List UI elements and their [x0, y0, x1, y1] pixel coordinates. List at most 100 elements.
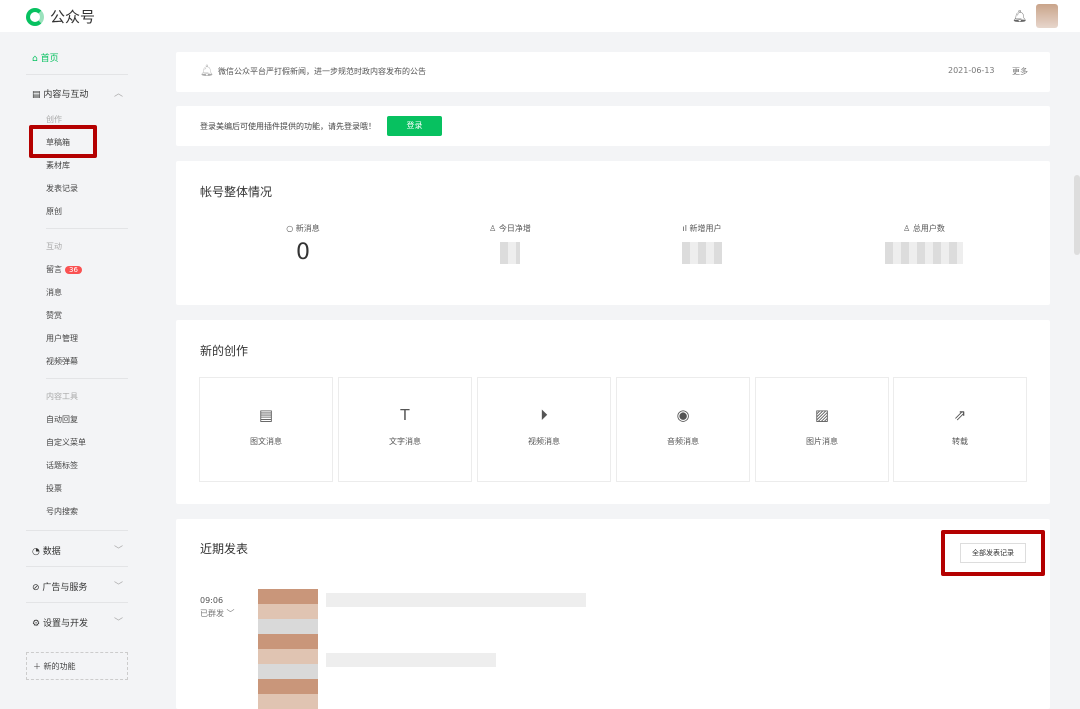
tile-label: 文字消息 — [389, 437, 421, 446]
more-link[interactable]: 更多 — [1012, 66, 1028, 77]
stat-label: 新消息 — [295, 224, 320, 233]
sidebar-item-search[interactable]: 号内搜索 — [46, 506, 78, 517]
tile-video[interactable]: ⏵ 视频消息 — [477, 377, 611, 482]
stat-total-users[interactable]: ♙ 总用户数 — [864, 223, 984, 264]
sidebar-item-publish-records[interactable]: 发表记录 — [46, 183, 78, 194]
group-create: 创作 — [46, 115, 62, 124]
bell-icon[interactable]: 🔔︎ — [1012, 9, 1027, 23]
sidebar-item-content[interactable]: ▤ 内容与互动 — [32, 87, 88, 100]
section-title: 帐号整体情况 — [200, 185, 273, 199]
sidebar-item-ads[interactable]: ⊘ 广告与服务 — [32, 580, 87, 593]
divider — [26, 530, 128, 531]
bell-icon: 🔔︎ — [200, 64, 214, 77]
sidebar-item-topic-tags[interactable]: 话题标签 — [46, 460, 78, 471]
divider — [26, 602, 128, 603]
tile-label: 音频消息 — [667, 437, 699, 446]
stat-new-users[interactable]: ıl 新增用户 — [642, 223, 762, 264]
content-label: 内容与互动 — [43, 90, 89, 100]
sidebar-item-auto-reply[interactable]: 自动回复 — [46, 414, 78, 425]
chevron-down-icon[interactable]: ﹀ — [114, 615, 123, 628]
stat-new-messages[interactable]: ○ 新消息 0 — [243, 223, 363, 265]
tile-repost[interactable]: ⇗ 转载 — [893, 377, 1027, 482]
home-label: 首页 — [40, 54, 59, 64]
stat-label: 总用户数 — [912, 224, 945, 233]
chevron-down-icon[interactable]: ﹀ — [114, 543, 123, 556]
chevron-down-icon[interactable]: ﹀ — [114, 579, 123, 592]
stat-value: 0 — [296, 240, 310, 265]
divider — [46, 228, 128, 229]
play-icon: ⏵ — [540, 406, 548, 424]
highlight-box — [941, 530, 1045, 576]
top-bar: 公众号 🔔︎ — [0, 0, 1080, 32]
data-label: 数据 — [42, 547, 61, 557]
stat-label: 新增用户 — [689, 224, 722, 233]
sidebar-item-vote[interactable]: 投票 — [46, 483, 62, 494]
tile-article[interactable]: ▤ 图文消息 — [199, 377, 333, 482]
image-icon: ▨ — [814, 406, 830, 424]
sidebar-item-original[interactable]: 原创 — [46, 206, 62, 217]
post-status[interactable]: 已群发 ﹀ — [200, 608, 235, 619]
stat-net-growth[interactable]: ♙ 今日净增 — [450, 223, 570, 264]
blurred-value — [885, 242, 963, 264]
comments-label: 留言 — [46, 265, 62, 274]
divider — [46, 378, 128, 379]
logo[interactable]: 公众号 — [26, 6, 95, 27]
recent-posts: 近期发表 全部发表记录 09:06 已群发 ﹀ — [176, 519, 1050, 709]
stat-label: 今日净增 — [498, 224, 531, 233]
text-icon: T — [400, 406, 410, 424]
login-tip: 登录美编后可使用插件提供的功能，请先登录哦！ — [200, 122, 376, 131]
highlight-box — [29, 125, 97, 158]
sidebar-item-rewards[interactable]: 赞赏 — [46, 310, 62, 321]
divider — [26, 74, 128, 75]
sidebar-item-home[interactable]: ⌂ 首页 — [32, 51, 59, 64]
group-tools: 内容工具 — [46, 392, 78, 401]
account-overview: 帐号整体情况 ○ 新消息 0 ♙ 今日净增 ıl 新增用户 ♙ 总用户数 — [176, 161, 1050, 305]
app-title: 公众号 — [50, 8, 96, 26]
blurred-title — [326, 593, 586, 607]
new-feature-button[interactable]: ＋ 新的功能 — [26, 652, 128, 680]
post-thumbnail[interactable] — [258, 589, 318, 709]
sidebar-item-data[interactable]: ◔ 数据 — [32, 544, 61, 557]
sidebar-item-danmaku[interactable]: 视频弹幕 — [46, 356, 78, 367]
tile-label: 视频消息 — [528, 437, 560, 446]
tile-label: 图片消息 — [806, 437, 838, 446]
blurred-value — [500, 242, 520, 264]
sidebar-item-custom-menu[interactable]: 自定义菜单 — [46, 437, 86, 448]
plus-icon: ＋ — [33, 662, 41, 671]
section-title: 近期发表 — [200, 542, 249, 556]
blurred-title — [326, 653, 496, 667]
tile-audio[interactable]: ◉ 音频消息 — [616, 377, 750, 482]
avatar[interactable] — [1036, 4, 1058, 28]
settings-label: 设置与开发 — [42, 619, 88, 629]
login-button[interactable]: 登录 — [387, 116, 442, 136]
notice-date: 2021-06-13 — [948, 66, 995, 75]
sidebar-item-settings[interactable]: ⚙ 设置与开发 — [32, 616, 88, 629]
status-label: 已群发 — [200, 609, 224, 618]
sidebar-item-users[interactable]: 用户管理 — [46, 333, 78, 344]
tile-image[interactable]: ▨ 图片消息 — [755, 377, 889, 482]
tile-label: 图文消息 — [250, 437, 282, 446]
sidebar-item-messages[interactable]: 消息 — [46, 287, 62, 298]
notice-card: 🔔︎ 微信公众平台严打假新闻，进一步规范时政内容发布的公告 2021-06-13… — [176, 52, 1050, 92]
group-interact: 互动 — [46, 242, 62, 251]
blurred-value — [682, 242, 722, 264]
divider — [26, 566, 128, 567]
audio-icon: ◉ — [676, 406, 690, 424]
post-time: 09:06 — [200, 596, 224, 605]
sidebar-item-comments[interactable]: 留言 36 — [46, 264, 82, 275]
new-creation: 新的创作 ▤ 图文消息 T 文字消息 ⏵ 视频消息 ◉ 音频消息 ▨ 图片消息 ⇗ 转载 — [176, 320, 1050, 504]
new-feature-label: 新的功能 — [43, 662, 76, 671]
notice-link[interactable]: 微信公众平台严打假新闻，进一步规范时政内容发布的公告 — [218, 66, 426, 77]
login-card: 登录美编后可使用插件提供的功能，请先登录哦！ 登录 — [176, 106, 1050, 146]
tile-text[interactable]: T 文字消息 — [338, 377, 472, 482]
comment-badge: 36 — [65, 266, 82, 274]
document-icon: ▤ — [258, 406, 274, 424]
section-title: 新的创作 — [200, 344, 249, 358]
tile-label: 转载 — [952, 437, 968, 446]
repost-icon: ⇗ — [953, 406, 967, 424]
logo-icon — [26, 7, 44, 26]
scrollbar[interactable] — [1074, 175, 1080, 255]
sidebar-item-materials[interactable]: 素材库 — [46, 160, 70, 171]
ads-label: 广告与服务 — [42, 583, 88, 593]
chevron-up-icon[interactable]: ︿ — [114, 86, 123, 99]
